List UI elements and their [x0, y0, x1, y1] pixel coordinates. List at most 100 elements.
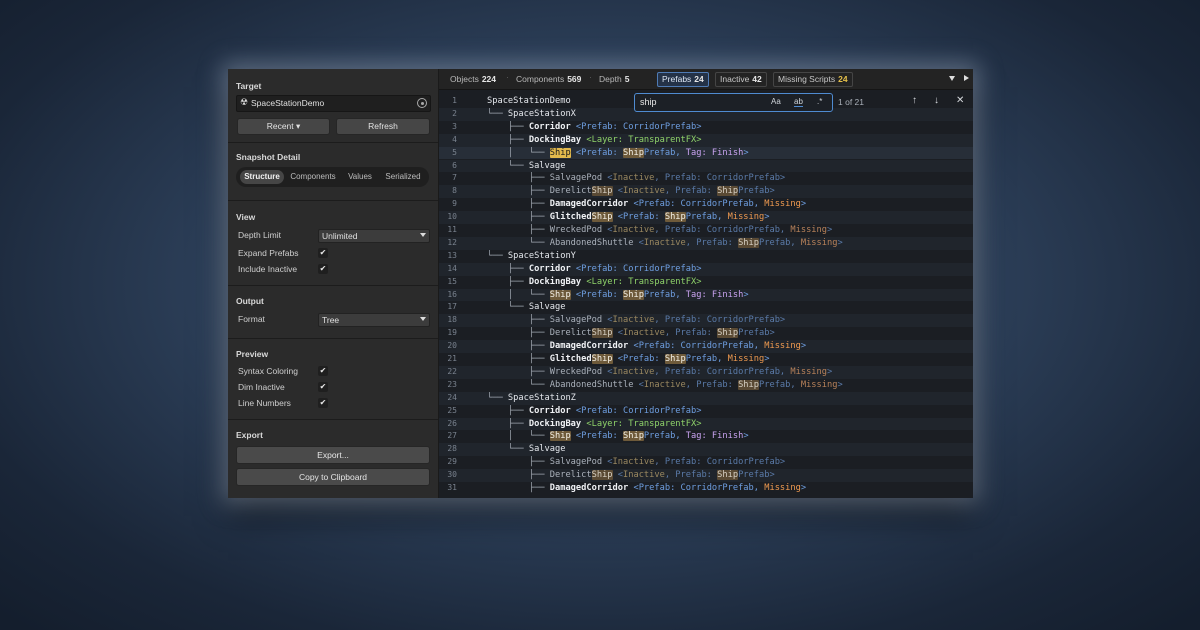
code-token: <Prefab: CorridorPrefab>	[570, 263, 702, 274]
code-line[interactable]: 28 └── Salvage	[439, 443, 973, 457]
code-line[interactable]: 20 ├── DamagedCorridor <Prefab: Corridor…	[439, 340, 973, 353]
radiation-icon: ☢	[240, 97, 249, 107]
segment-serialized[interactable]: Serialized	[380, 170, 426, 184]
code-token: ,	[675, 289, 686, 300]
code-line[interactable]: 6 └── Salvage	[439, 159, 973, 173]
search-input[interactable]: ship	[640, 97, 657, 107]
code-token: , Prefab: CorridorPrefab>	[654, 457, 786, 468]
code-line[interactable]: 15 ├── DockingBay <Layer: TransparentFX>	[439, 276, 973, 289]
code-token: └──	[487, 160, 529, 171]
code-token: Derelict	[549, 328, 592, 339]
recent-button[interactable]: Recent ▾	[237, 118, 330, 135]
segment-structure[interactable]: Structure	[240, 170, 284, 184]
prefabs-filter[interactable]: Prefabs 24	[657, 72, 709, 87]
find-bar[interactable]: ship Aa ab .*	[634, 93, 833, 112]
code-token: Inactive	[623, 328, 665, 339]
code-line[interactable]: 5 │ └── Ship <Prefab: ShipPrefab, Tag: F…	[439, 146, 973, 160]
code-line[interactable]: 23 └── AbandonedShuttle <Inactive, Prefa…	[439, 379, 973, 392]
code-token: DockingBay	[528, 418, 582, 429]
line-number: 10	[447, 212, 457, 222]
code-token: Prefab>	[738, 186, 775, 197]
line-text: └── AbandonedShuttle <Inactive, Prefab: …	[487, 379, 843, 390]
inactive-filter[interactable]: Inactive 42	[715, 72, 767, 87]
sidebar: Target ☢ SpaceStationDemo Recent ▾ Refre…	[228, 69, 439, 498]
line-number: 28	[447, 444, 457, 454]
code-line[interactable]: 11 ├── WreckedPod <Inactive, Prefab: Cor…	[439, 224, 973, 237]
code-line[interactable]: 13 └── SpaceStationY	[439, 250, 973, 263]
code-line[interactable]: 7 ├── SalvagePod <Inactive, Prefab: Corr…	[439, 172, 973, 185]
export-button[interactable]: Export...	[236, 446, 430, 464]
next-match-arrow-down-icon[interactable]: ↓	[934, 95, 939, 106]
line-text: ├── Corridor <Prefab: CorridorPrefab>	[487, 263, 702, 274]
code-line[interactable]: 19 ├── DerelictShip <Inactive, Prefab: S…	[439, 327, 973, 340]
code-token: Inactive	[612, 315, 655, 326]
segment-components[interactable]: Components	[286, 170, 340, 184]
code-token: ├──	[487, 457, 550, 468]
code-line[interactable]: 31 ├── DamagedCorridor <Prefab: Corridor…	[439, 482, 973, 495]
code-line[interactable]: 29 ├── SalvagePod <Inactive, Prefab: Cor…	[439, 456, 973, 469]
inactive-filter-label: Inactive	[720, 74, 750, 84]
dim-inactive-checkbox[interactable]: ✔	[318, 382, 328, 392]
previous-match-arrow-up-icon[interactable]: ↑	[912, 95, 917, 106]
code-line[interactable]: 21 ├── GlitchedShip <Prefab: ShipPrefab,…	[439, 353, 973, 366]
line-number: 26	[447, 418, 457, 428]
code-line[interactable]: 3 ├── Corridor <Prefab: CorridorPrefab>	[439, 121, 973, 134]
line-text: ├── DockingBay <Layer: TransparentFX>	[487, 277, 702, 287]
code-token: , Prefab:	[685, 379, 739, 390]
code-token: DamagedCorridor	[549, 199, 629, 210]
refresh-button[interactable]: Refresh	[336, 118, 430, 135]
search-match: Ship	[623, 431, 644, 442]
code-line[interactable]: 12 └── AbandonedShuttle <Inactive, Prefa…	[439, 236, 973, 250]
line-text: ├── Corridor <Prefab: CorridorPrefab>	[487, 406, 702, 416]
code-token: Prefab,	[685, 212, 728, 223]
code-line[interactable]: 16 │ └── Ship <Prefab: ShipPrefab, Tag: …	[439, 288, 973, 302]
copy-to-clipboard-button[interactable]: Copy to Clipboard	[236, 468, 430, 486]
segment-values[interactable]: Values	[342, 170, 378, 184]
hierarchy-tree-view[interactable]: 1 SpaceStationDemo 2 └── SpaceStationX 3 ├──…	[439, 90, 973, 498]
code-line[interactable]: 18 ├── SalvagePod <Inactive, Prefab: Cor…	[439, 314, 973, 328]
line-number: 31	[447, 483, 457, 492]
menu-chevron-down-icon[interactable]	[949, 76, 955, 81]
target-object-field[interactable]: ☢ SpaceStationDemo	[236, 95, 431, 112]
components-count: 569	[567, 74, 582, 84]
code-line[interactable]: 10 ├── GlitchedShip <Prefab: ShipPrefab,…	[439, 211, 973, 224]
code-token: ├──	[487, 328, 550, 339]
match-case-toggle[interactable]: Aa	[771, 97, 781, 106]
code-line[interactable]: 17 └── Salvage	[439, 301, 973, 314]
code-line[interactable]: 25 ├── Corridor <Prefab: CorridorPrefab>	[439, 405, 973, 418]
regex-toggle[interactable]: .*	[817, 97, 822, 106]
code-line[interactable]: 30 ├── DerelictShip <Inactive, Prefab: S…	[439, 469, 973, 482]
code-token: , Prefab:	[685, 237, 739, 248]
code-line[interactable]: 4 ├── DockingBay <Layer: TransparentFX>	[439, 133, 973, 147]
close-icon[interactable]: ✕	[956, 95, 964, 106]
code-line[interactable]: 8 ├── DerelictShip <Inactive, Prefab: Sh…	[439, 185, 973, 199]
code-token: Missing	[790, 366, 828, 377]
search-match: Ship	[591, 470, 613, 481]
search-match: Ship	[717, 328, 739, 339]
include-inactive-checkbox[interactable]: ✔	[318, 264, 328, 274]
missing-scripts-filter[interactable]: Missing Scripts 24	[773, 72, 853, 87]
syntax-coloring-checkbox[interactable]: ✔	[318, 366, 328, 376]
line-number: 18	[447, 315, 457, 325]
expand-prefabs-checkbox[interactable]: ✔	[318, 248, 328, 258]
format-dropdown[interactable]: Tree	[318, 313, 430, 327]
code-line[interactable]: 9 ├── DamagedCorridor <Prefab: CorridorP…	[439, 198, 973, 211]
line-number: 1	[452, 96, 457, 105]
whole-word-toggle[interactable]: ab	[794, 97, 803, 107]
objects-label: Objects	[450, 74, 479, 84]
code-line[interactable]: 14 ├── Corridor <Prefab: CorridorPrefab>	[439, 262, 973, 276]
code-line[interactable]: 22 ├── WreckedPod <Inactive, Prefab: Cor…	[439, 365, 973, 379]
line-number: 27	[447, 431, 457, 441]
code-line[interactable]: 27 │ └── Ship <Prefab: ShipPrefab, Tag: …	[439, 430, 973, 443]
search-match: Ship	[591, 328, 613, 339]
code-token: ├──	[487, 121, 529, 132]
view-section-title: View	[236, 212, 256, 222]
code-line[interactable]: 26 ├── DockingBay <Layer: TransparentFX>	[439, 417, 973, 431]
depth-limit-dropdown[interactable]: Unlimited	[318, 229, 430, 243]
object-picker-icon[interactable]	[417, 98, 427, 108]
inactive-filter-count: 42	[752, 74, 762, 84]
code-line[interactable]: 24 └── SpaceStationZ	[439, 391, 973, 405]
expand-chevron-right-icon[interactable]	[964, 75, 969, 81]
line-text: │ └── Ship <Prefab: ShipPrefab, Tag: Fin…	[487, 289, 749, 300]
line-numbers-checkbox[interactable]: ✔	[318, 398, 328, 408]
